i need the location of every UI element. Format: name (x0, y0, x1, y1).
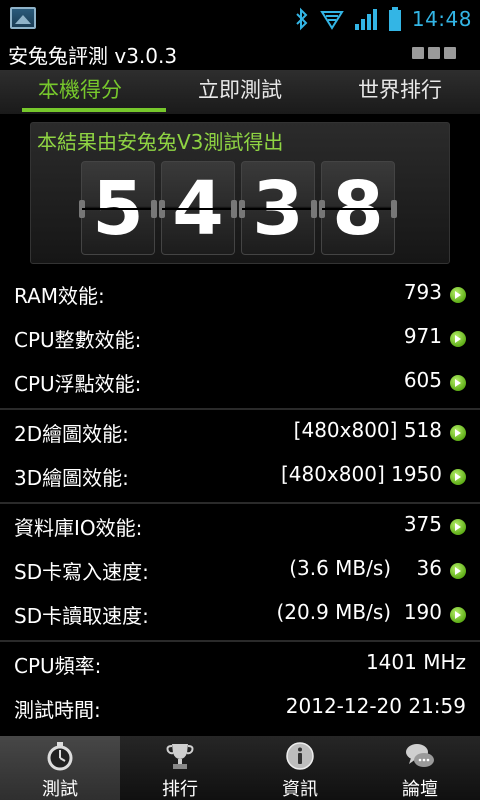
wifi-icon (320, 8, 344, 30)
result-row-sd-write[interactable]: SD卡寫入速度: (3.6 MB/s) 36 (0, 548, 480, 592)
battery-icon (388, 7, 402, 31)
result-row-test-time: 測試時間: 2012-12-20 21:59 (0, 686, 480, 730)
result-row-2d[interactable]: 2D繪圖效能: [480x800] 518 (0, 410, 480, 454)
go-arrow-icon[interactable] (450, 287, 466, 303)
nav-label: 資訊 (282, 779, 318, 800)
bluetooth-icon (294, 7, 310, 31)
result-label: CPU整數效能: (14, 328, 142, 352)
result-row-cpu-float[interactable]: CPU浮點效能: 605 (0, 360, 480, 404)
result-row-cpu-frequency: CPU頻率: 1401 MHz (0, 642, 480, 686)
nav-label: 論壇 (402, 779, 438, 800)
status-bar: 14:48 (0, 0, 480, 38)
result-value: 375 (403, 512, 442, 536)
score-digits: 5 4 3 8 (79, 161, 397, 255)
go-arrow-icon[interactable] (450, 607, 466, 623)
result-row-3d[interactable]: 3D繪圖效能: [480x800] 1950 (0, 454, 480, 498)
status-time: 14:48 (411, 7, 472, 31)
score-area: 本結果由安兔兔V3測試得出 5 4 3 8 (0, 114, 480, 270)
stopwatch-icon (45, 741, 75, 771)
result-value: (3.6 MB/s) 36 (289, 556, 442, 580)
score-digit: 3 (239, 161, 317, 255)
result-label: 測試時間: (14, 698, 101, 722)
result-label: 資料庫IO效能: (14, 516, 143, 540)
result-row-sd-read[interactable]: SD卡讀取速度: (20.9 MB/s) 190 (0, 592, 480, 636)
nav-item-info[interactable]: 資訊 (240, 736, 360, 800)
tab-bar: 本機得分 立即測試 世界排行 (0, 70, 480, 114)
go-arrow-icon[interactable] (450, 563, 466, 579)
trophy-icon (165, 741, 195, 771)
score-digit: 5 (79, 161, 157, 255)
result-value: 971 (403, 324, 442, 348)
result-label: 2D繪圖效能: (14, 422, 129, 446)
info-icon (285, 741, 315, 771)
score-digit: 4 (159, 161, 237, 255)
go-arrow-icon[interactable] (450, 425, 466, 441)
score-card: 本結果由安兔兔V3測試得出 5 4 3 8 (30, 122, 450, 264)
nav-label: 排行 (162, 779, 198, 800)
result-value: (20.9 MB/s) 190 (276, 600, 442, 624)
result-label: CPU頻率: (14, 654, 102, 678)
chat-bubbles-icon (405, 741, 435, 771)
app-title-bar: 安兔兔評測 v3.0.3 (0, 38, 480, 70)
nav-item-test[interactable]: 測試 (0, 736, 120, 800)
result-value: 2012-12-20 21:59 (285, 694, 466, 718)
result-value: [480x800] 1950 (280, 462, 442, 486)
go-arrow-icon[interactable] (450, 469, 466, 485)
nav-item-forum[interactable]: 論壇 (360, 736, 480, 800)
result-row-cpu-integer[interactable]: CPU整數效能: 971 (0, 316, 480, 360)
result-label: RAM效能: (14, 284, 105, 308)
go-arrow-icon[interactable] (450, 331, 466, 347)
result-value: 605 (403, 368, 442, 392)
score-digit: 8 (319, 161, 397, 255)
score-caption: 本結果由安兔兔V3測試得出 (37, 130, 284, 154)
nav-label: 測試 (42, 779, 78, 800)
tab-run-test[interactable]: 立即測試 (160, 70, 320, 114)
tab-local-score[interactable]: 本機得分 (0, 70, 166, 114)
go-arrow-icon[interactable] (450, 519, 466, 535)
results-list: RAM效能: 793 CPU整數效能: 971 CPU浮點效能: 605 2D繪… (0, 270, 480, 736)
result-value: 1401 MHz (365, 650, 466, 674)
tab-world-ranking[interactable]: 世界排行 (320, 70, 480, 114)
result-value: 793 (403, 280, 442, 304)
signal-icon (354, 8, 378, 30)
result-label: CPU浮點效能: (14, 372, 142, 396)
overflow-menu-icon[interactable] (412, 47, 456, 59)
gallery-icon (10, 7, 36, 29)
app-title: 安兔兔評測 v3.0.3 (8, 44, 178, 68)
result-label: SD卡寫入速度: (14, 560, 149, 584)
result-label: SD卡讀取速度: (14, 604, 149, 628)
result-row-database-io[interactable]: 資料庫IO效能: 375 (0, 504, 480, 548)
go-arrow-icon[interactable] (450, 375, 466, 391)
bottom-nav: 測試 排行 資訊 論壇 (0, 736, 480, 800)
result-row-ram[interactable]: RAM效能: 793 (0, 272, 480, 316)
status-icons: 14:48 (294, 4, 472, 34)
result-value: [480x800] 518 (293, 418, 442, 442)
result-label: 3D繪圖效能: (14, 466, 129, 490)
nav-item-ranking[interactable]: 排行 (120, 736, 240, 800)
